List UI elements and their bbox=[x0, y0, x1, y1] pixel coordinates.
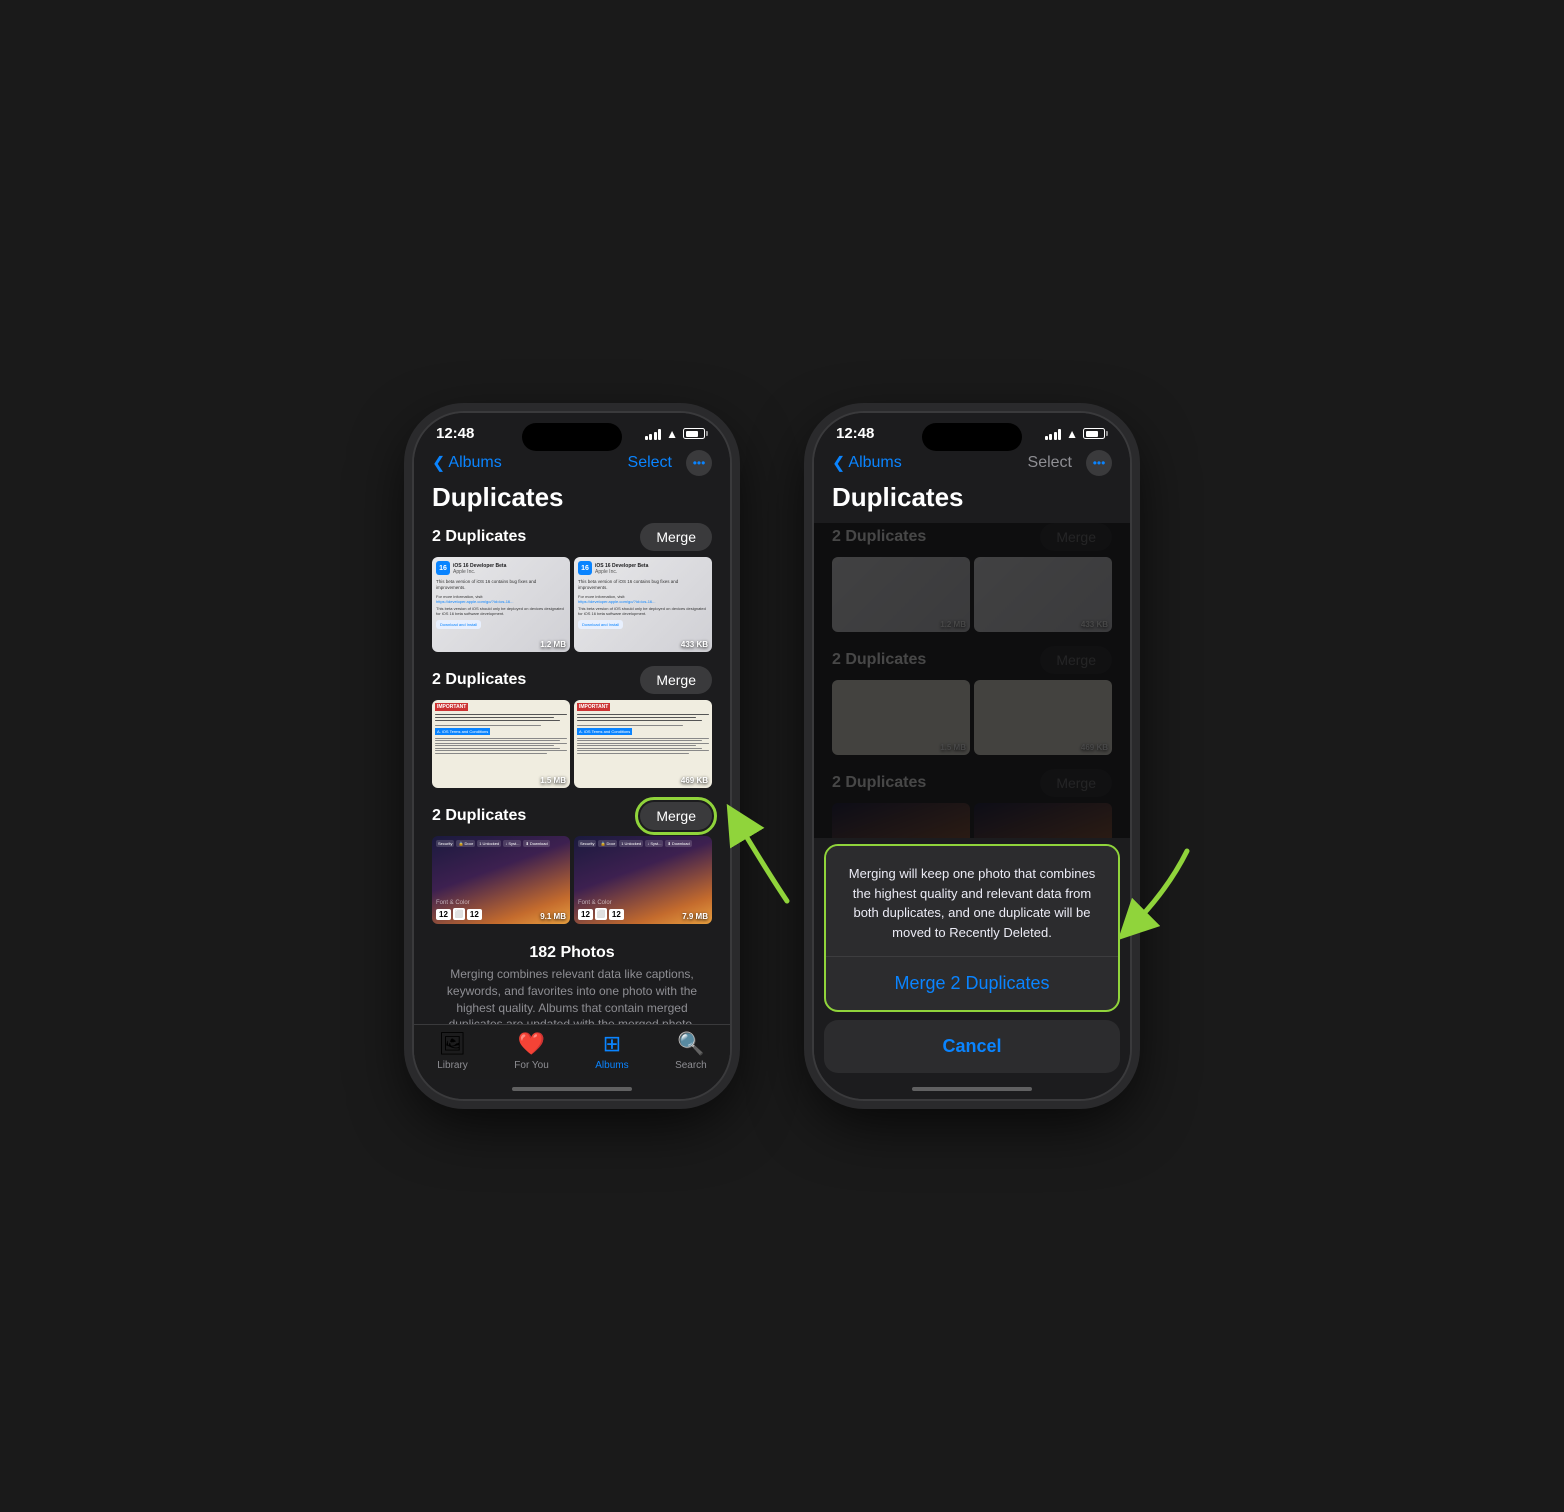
action-sheet-container: Merging will keep one photo that combine… bbox=[814, 838, 1130, 1073]
dynamic-island-2 bbox=[922, 423, 1022, 451]
foryou-icon: ❤️ bbox=[518, 1031, 545, 1057]
merge-button-2[interactable]: Merge bbox=[640, 666, 712, 694]
modal-backdrop bbox=[814, 523, 1130, 838]
photo-thumb-2a: IMPORTANT A. iOS Terms and Conditions bbox=[432, 700, 570, 788]
group-title-1: 2 Duplicates bbox=[432, 528, 526, 546]
tab-albums[interactable]: ⊞ Albums bbox=[595, 1031, 628, 1071]
status-time-2: 12:48 bbox=[836, 425, 874, 442]
nav-bar-2: ❮ Albums Select ••• bbox=[814, 446, 1130, 482]
status-icons-2: ▲ bbox=[1045, 427, 1108, 441]
arrow-annotation bbox=[707, 791, 807, 916]
back-label-2: Albums bbox=[848, 454, 901, 472]
home-indicator-2 bbox=[814, 1079, 1130, 1099]
cancel-button[interactable]: Cancel bbox=[824, 1020, 1120, 1073]
photo-row-1: 16 iOS 16 Developer BetaApple Inc. This … bbox=[432, 557, 712, 652]
group-title-3: 2 Duplicates bbox=[432, 807, 526, 825]
tab-search[interactable]: 🔍 Search bbox=[675, 1031, 707, 1071]
photo-thumb-1a: 16 iOS 16 Developer BetaApple Inc. This … bbox=[432, 557, 570, 652]
photos-count: 182 Photos bbox=[432, 938, 712, 966]
wifi-icon-2: ▲ bbox=[1066, 427, 1078, 441]
tab-for-you[interactable]: ❤️ For You bbox=[514, 1031, 548, 1071]
group-title-2: 2 Duplicates bbox=[432, 671, 526, 689]
photo-size-3a: 9.1 MB bbox=[540, 912, 566, 921]
photos-desc: Merging combines relevant data like capt… bbox=[432, 966, 712, 1024]
nav-actions-2: Select ••• bbox=[1028, 450, 1112, 476]
photo-thumb-3b: Security 🔒 Door 1 Unlocked ↓ Syst... ⬇ D… bbox=[574, 836, 712, 924]
merge-button-3-highlighted[interactable]: Merge bbox=[640, 802, 712, 830]
ios-logo-1: 16 bbox=[436, 561, 450, 575]
tab-label-search: Search bbox=[675, 1060, 707, 1071]
action-sheet-message: Merging will keep one photo that combine… bbox=[842, 864, 1102, 942]
merge-duplicates-label: Merge 2 Duplicates bbox=[894, 973, 1049, 994]
back-button-1[interactable]: ❮ Albums bbox=[432, 453, 502, 473]
tab-label-albums: Albums bbox=[595, 1060, 628, 1071]
scroll-content-1: 2 Duplicates Merge 16 iOS 16 Developer B… bbox=[414, 523, 730, 1024]
group-header-2: 2 Duplicates Merge bbox=[432, 666, 712, 694]
photo-size-2b: 469 KB bbox=[681, 776, 708, 785]
cancel-label: Cancel bbox=[942, 1036, 1001, 1057]
page-title-2: Duplicates bbox=[814, 482, 1130, 523]
select-button-1[interactable]: Select bbox=[628, 454, 672, 472]
library-icon: 🖼 bbox=[439, 1031, 467, 1057]
merge-duplicates-button[interactable]: Merge 2 Duplicates bbox=[826, 957, 1118, 1010]
page-title-1: Duplicates bbox=[414, 482, 730, 523]
duplicate-group-1: 2 Duplicates Merge 16 iOS 16 Developer B… bbox=[432, 523, 712, 652]
group-header-3: 2 Duplicates Merge bbox=[432, 802, 712, 830]
back-button-2[interactable]: ❮ Albums bbox=[832, 453, 902, 473]
nav-bar-1: ❮ Albums Select ••• bbox=[414, 446, 730, 482]
phone-frame-1: 12:48 ▲ ❮ bbox=[412, 411, 732, 1101]
action-sheet: Merging will keep one photo that combine… bbox=[824, 844, 1120, 1012]
select-button-2: Select bbox=[1028, 454, 1072, 472]
home-bar-1 bbox=[512, 1087, 632, 1091]
tab-label-foryou: For You bbox=[514, 1060, 548, 1071]
photo-size-3b: 7.9 MB bbox=[682, 912, 708, 921]
phone-2: 12:48 ▲ ❮ bbox=[812, 411, 1152, 1101]
action-sheet-message-area: Merging will keep one photo that combine… bbox=[826, 846, 1118, 957]
arrow-annotation-2 bbox=[1112, 841, 1202, 946]
group-header-1: 2 Duplicates Merge bbox=[432, 523, 712, 551]
ios-logo-2: 16 bbox=[578, 561, 592, 575]
tab-library[interactable]: 🖼 Library bbox=[437, 1031, 468, 1071]
battery-icon-2 bbox=[1083, 428, 1108, 439]
photo-row-2: IMPORTANT A. iOS Terms and Conditions bbox=[432, 700, 712, 788]
status-time-1: 12:48 bbox=[436, 425, 474, 442]
status-icons-1: ▲ bbox=[645, 427, 708, 441]
photo-size-1a: 1.2 MB bbox=[540, 640, 566, 649]
wifi-icon: ▲ bbox=[666, 427, 678, 441]
more-button-2: ••• bbox=[1086, 450, 1112, 476]
home-indicator-1 bbox=[414, 1079, 730, 1099]
photo-size-1b: 433 KB bbox=[681, 640, 708, 649]
signal-icon bbox=[645, 428, 662, 440]
merge-button-1[interactable]: Merge bbox=[640, 523, 712, 551]
scroll-content-2: 2 Duplicates Merge 1.2 MB 433 KB bbox=[814, 523, 1130, 838]
tab-bar-1: 🖼 Library ❤️ For You ⊞ Albums 🔍 Search bbox=[414, 1024, 730, 1079]
photo-thumb-2b: IMPORTANT A. iOS Terms and Conditions bbox=[574, 700, 712, 788]
duplicate-group-2: 2 Duplicates Merge IMPORTANT A. iOS Te bbox=[432, 666, 712, 788]
home-bar-2 bbox=[912, 1087, 1032, 1091]
phone-1: 12:48 ▲ ❮ bbox=[412, 411, 752, 1101]
chevron-left-icon: ❮ bbox=[432, 453, 445, 473]
tab-label-library: Library bbox=[437, 1060, 468, 1071]
photo-thumb-1b: 16 iOS 16 Developer BetaApple Inc. This … bbox=[574, 557, 712, 652]
dynamic-island-1 bbox=[522, 423, 622, 451]
duplicate-group-3: 2 Duplicates Merge Security 🔒 Door 1 Unl… bbox=[432, 802, 712, 924]
signal-icon-2 bbox=[1045, 428, 1062, 440]
back-label-1: Albums bbox=[448, 454, 501, 472]
search-icon: 🔍 bbox=[677, 1031, 704, 1057]
more-button-1[interactable]: ••• bbox=[686, 450, 712, 476]
chevron-left-icon-2: ❮ bbox=[832, 453, 845, 473]
phone-frame-2: 12:48 ▲ ❮ bbox=[812, 411, 1132, 1101]
battery-icon bbox=[683, 428, 708, 439]
albums-icon: ⊞ bbox=[603, 1031, 621, 1057]
nav-actions-1: Select ••• bbox=[628, 450, 712, 476]
photo-row-3: Security 🔒 Door 1 Unlocked ↓ Syst... ⬇ D… bbox=[432, 836, 712, 924]
photo-size-2a: 1.5 MB bbox=[540, 776, 566, 785]
photo-thumb-3a: Security 🔒 Door 1 Unlocked ↓ Syst... ⬇ D… bbox=[432, 836, 570, 924]
